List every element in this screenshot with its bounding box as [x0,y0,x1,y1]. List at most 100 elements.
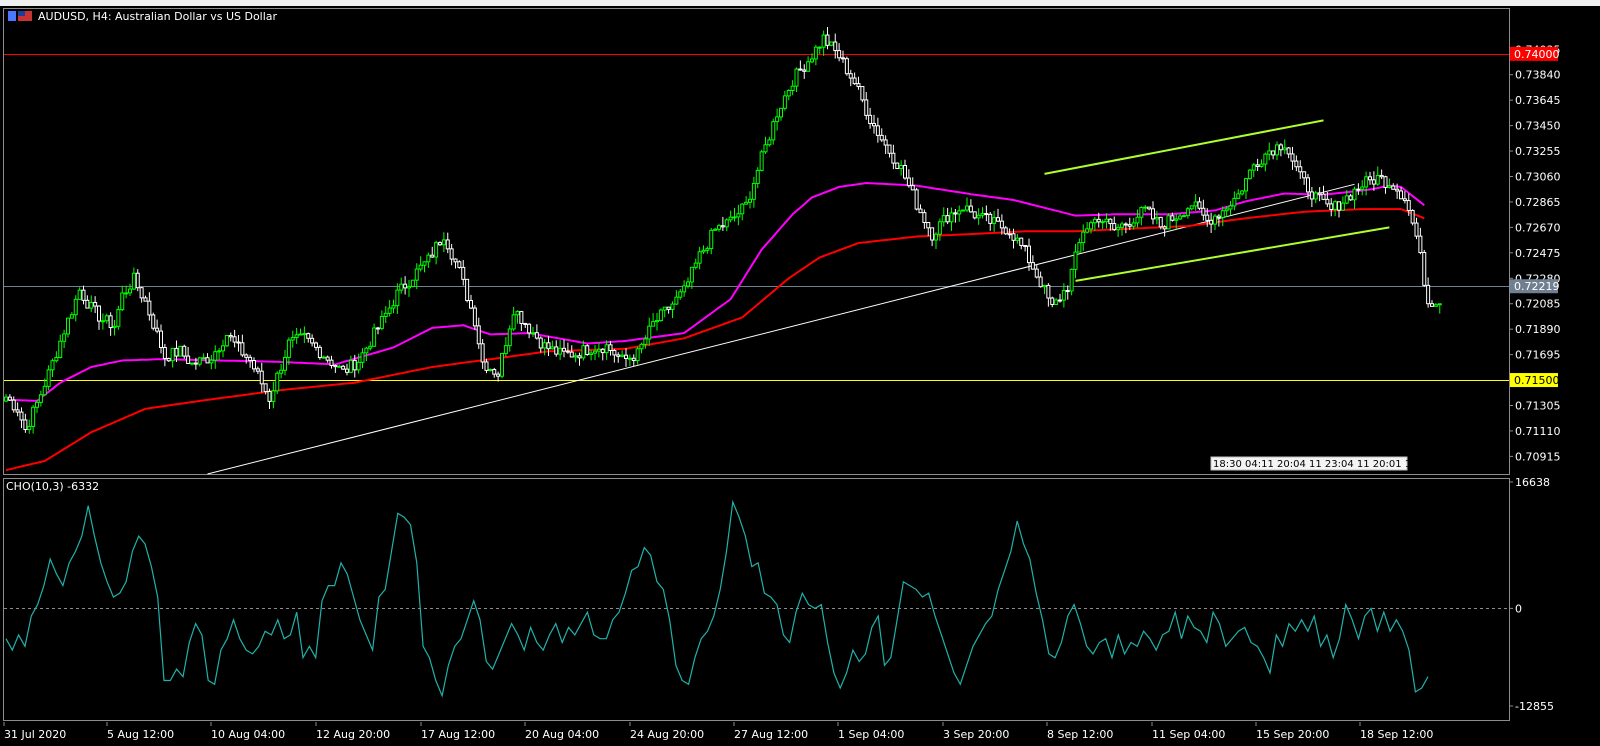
candle-body [1112,223,1117,231]
candle-body [1406,200,1411,211]
candle-body [38,394,43,403]
candle-body [19,411,24,421]
candle-body [891,152,896,164]
candle-body [1182,215,1186,218]
candle-body [875,125,880,136]
candle-body [589,352,594,356]
candle-body [569,351,574,358]
candle-body [817,46,822,49]
candle-body [120,292,125,311]
candle-body [407,285,411,289]
candle-body [1391,185,1396,190]
candle-body [810,58,814,63]
candle-body [1368,176,1372,181]
candle-body [1077,242,1082,253]
candle-body [329,359,334,367]
candle-body [66,317,70,335]
candle-body [844,58,849,75]
candle-body [937,221,942,235]
price-tick-label: 0.71890 [1515,323,1561,336]
candle-body [558,347,563,355]
candle-body [1104,218,1109,223]
candle-body [81,289,86,301]
candle-body [1329,203,1334,211]
candle-body [949,212,954,223]
candle-body [1352,188,1357,201]
candle-body [771,121,776,141]
candle-body [255,368,260,372]
candle-body [674,296,679,305]
candle-body [1325,198,1330,205]
candle-body [627,357,632,360]
candle-body [1034,268,1039,278]
candle-body [546,342,551,350]
candle-body [930,227,935,241]
candle-body [534,332,539,339]
candle-body [348,359,353,373]
time-tick-label: 15 Sep 20:00 [1256,728,1329,741]
candle-body [968,205,973,213]
candle-body [441,239,446,246]
time-tick-label: 5 Aug 12:00 [107,728,174,741]
candle-body [31,406,36,427]
candle-body [228,335,233,338]
candle-body [298,333,303,336]
candle-body [364,347,369,354]
candle-body [1437,303,1442,306]
candle-body [992,217,997,224]
candle-body [573,355,578,358]
candle-body [1275,144,1279,156]
candle-body [1371,179,1376,185]
time-axis: 31 Jul 2020 5 Aug 12:00 10 Aug 04:00 12 Aug… [0,722,1600,746]
candle-body [860,86,865,101]
candle-body [1290,153,1295,162]
candle-body [1007,233,1012,236]
candle-body [213,351,218,361]
candle-body [1410,209,1415,224]
candle-body [1294,160,1299,168]
candle-body [918,208,923,214]
candle-body [1120,223,1124,228]
candle-body [748,198,752,203]
candle-body [736,213,741,218]
candle-body [604,344,609,354]
candle-body [449,248,454,260]
candle-body [492,369,497,375]
candle-body [306,333,311,339]
candle-body [720,225,725,228]
price-tick-label: 0.73645 [1515,94,1561,107]
cho-indicator-chart[interactable]: 16638 0 -12855 CHO(10,3) -6332 [0,478,1600,722]
candle-body [914,189,919,210]
candle-body [647,325,652,340]
candle-body [1278,144,1283,151]
candle-body [283,356,287,371]
candle-body [356,361,361,371]
candle-body [1313,192,1318,200]
candle-body [883,139,888,146]
candle-body [1100,221,1105,224]
candle-body [1081,231,1086,244]
candle-body [755,169,760,184]
candle-body [988,213,993,224]
candle-body [1131,222,1136,227]
candle-body [895,162,900,170]
candle-body [321,356,326,359]
candle-body [1065,290,1070,293]
price-chart-frame [3,8,1510,475]
candle-body [383,312,388,317]
candle-body [1286,147,1291,155]
candle-body [538,337,543,349]
candle-body [1178,215,1183,220]
candle-body [271,390,276,402]
candle-body [554,346,559,355]
candle-body [236,341,241,344]
candle-body [186,355,191,364]
price-chart[interactable]: 0.740350.738400.736450.734500.732550.730… [0,6,1600,478]
price-tick-label: 0.73255 [1515,145,1561,158]
time-tick-label: 8 Sep 12:00 [1047,728,1113,741]
candle-body [868,114,873,124]
candle-body [709,229,714,250]
candle-body [399,283,404,291]
candle-body [1116,226,1121,231]
history-strip: 18:30 04:11 20:04 11 23:04 11 20:01 11 2… [1210,456,1450,471]
